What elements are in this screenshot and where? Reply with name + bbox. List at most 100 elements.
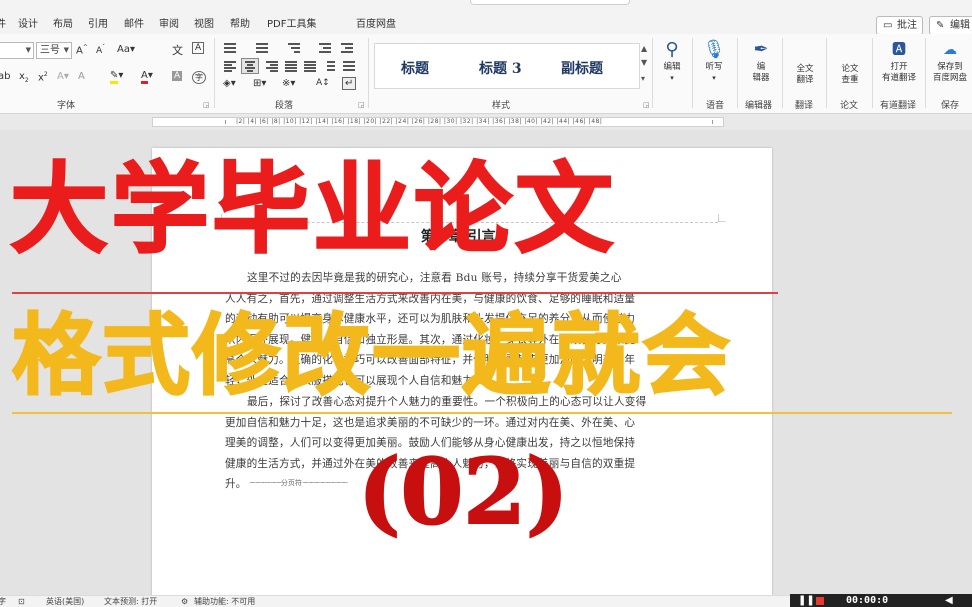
font-dialog-launcher-icon[interactable]: ◲ [203,101,210,109]
grow-font-icon[interactable]: A^ [76,44,88,56]
align-center-button[interactable] [241,58,259,74]
gallery-up-icon[interactable]: ▲ [641,44,647,53]
group-separator [782,38,783,108]
borders-icon[interactable]: ⊞▾ [253,78,266,89]
style-heading[interactable]: 标题 [401,58,429,78]
menu-review[interactable]: 审阅 [159,15,179,30]
font-name-dropdown[interactable]: ▼ [0,42,34,59]
paragraph-group-label: 段落 [275,101,294,111]
bullets-icon[interactable] [223,41,237,53]
shading-icon[interactable]: ◈▾ [223,78,236,89]
change-case-icon[interactable]: Aa▾ [117,44,135,55]
style-subtitle[interactable]: 副标题 [561,58,603,78]
comment-button[interactable]: ▭ 批注 [876,16,923,35]
plagiarism-check-label: 论文 查重 [841,64,859,85]
subscript-icon[interactable]: x2 [19,71,29,84]
ruler-indent-marker[interactable] [225,120,226,124]
proofing-icon[interactable]: ⊡ [18,596,25,607]
open-youdao-button[interactable]: 🅰 打开 有道翻译 [876,38,922,84]
styles-dialog-launcher-icon[interactable]: ◲ [643,101,650,109]
overlay-title-main: 大学毕业论文 [9,152,617,268]
group-separator [214,38,215,108]
asian-layout-icon[interactable]: A↕ [316,78,330,88]
multilevel-list-icon[interactable] [287,41,301,53]
highlight-icon[interactable]: ✎▾ [110,70,123,84]
chevron-down-icon: ▼ [63,46,69,54]
editor-label: 编 辑器 [752,62,770,83]
full-text-translate-label: 全文 翻译 [796,64,814,85]
align-left-icon[interactable] [223,60,237,72]
styles-gallery: 标题 标题 3 副标题 [374,43,640,89]
find-replace-button[interactable]: ⚲ 编辑 ▾ [656,38,688,84]
status-language[interactable]: 英语(美国) [46,596,84,607]
menu-file[interactable]: 件 [0,15,6,30]
ribbon: ▼ 三号 ▼ A^ Aˇ Aa▾ 文 A ab x2 x2 A▾ A ✎▾ A▾… [0,34,972,114]
youdao-group-label: 有道翻译 [880,101,917,111]
font-size-dropdown[interactable]: 三号 ▼ [36,42,72,59]
superscript-icon[interactable]: x2 [38,71,48,83]
gallery-down-icon[interactable]: ▼ [641,58,647,67]
menu-layout[interactable]: 布局 [53,15,73,30]
crop-mark-top-right [718,214,726,222]
cloud-icon: ☁ [943,42,957,58]
overlay-title-sub: 格式修改一遍就会 [11,303,733,408]
menu-view[interactable]: 视图 [194,15,214,30]
search-box[interactable] [470,0,630,5]
editor-group-label: 编辑器 [745,101,773,111]
justify-icon[interactable] [284,60,298,72]
menu-design[interactable]: 设计 [18,15,38,30]
menu-baidu-netdisk[interactable]: 百度网盘 [356,15,396,30]
text-effects-icon[interactable]: A▾ [57,71,69,82]
line-spacing-icon[interactable] [322,60,336,72]
stop-icon[interactable] [816,597,824,605]
group-separator [652,38,653,108]
status-word-count[interactable]: 字 [0,596,6,607]
dictate-button[interactable]: 🎙 听写 ▾ [698,38,730,84]
accessibility-icon[interactable]: ⚙ [181,596,188,607]
show-marks-button[interactable]: ↵ [342,77,357,90]
enclosed-char-icon[interactable]: 字 [192,71,206,84]
menu-mailings[interactable]: 邮件 [124,15,144,30]
menu-help[interactable]: 帮助 [230,15,250,30]
group-separator [692,38,693,108]
status-text-prediction[interactable]: 文本预测: 打开 [104,596,157,607]
editor-pen-icon: ✒ [753,39,769,60]
menu-references[interactable]: 引用 [88,15,108,30]
font-size-value: 三号 [40,45,60,56]
save-baidu-label: 保存到 百度网盘 [932,62,967,83]
horizontal-ruler[interactable]: |2| |4| |6| |8| |10| |12| |14| |16| |18|… [0,114,972,130]
font-color-icon[interactable]: A▾ [141,70,153,84]
character-shading-icon[interactable]: A [172,71,183,81]
shrink-font-icon[interactable]: Aˇ [96,44,105,56]
paragraph-dialog-launcher-icon[interactable]: ◲ [358,101,365,109]
menu-pdf-tools[interactable]: PDF工具集 [267,15,316,30]
ruler-right-indent-marker[interactable] [712,120,713,124]
phonetic-guide-icon[interactable]: 文 [172,42,183,58]
plagiarism-check-button[interactable]: 论文 查重 [832,64,868,86]
numbering-icon[interactable] [255,41,269,53]
pause-icon[interactable]: ❚❚ [798,595,815,606]
paragraph-line: 更加自信和魅力十足，这也是追求美丽的不可缺少的一环。通过对内在美、外在美、心 [225,416,636,429]
full-text-translate-button[interactable]: 全文 翻译 [788,64,822,86]
chinese-layout-icon[interactable]: ※▾ [282,78,295,89]
dictate-label: 听写 [705,62,723,72]
edit-mode-button[interactable]: ✎ 编辑 [929,16,972,35]
search-icon: ⚲ [665,39,679,60]
decrease-indent-icon[interactable] [318,41,332,53]
chevron-down-icon: ▼ [25,46,31,54]
save-baidu-button[interactable]: ☁ 保存到 百度网盘 [929,38,971,84]
text-effect-icon[interactable]: A [78,71,85,82]
sort-icon[interactable] [342,60,356,72]
style-heading-3[interactable]: 标题 3 [479,58,522,78]
gallery-more-icon[interactable]: ▾ [641,74,645,83]
align-right-icon[interactable] [265,60,279,72]
strikethrough-icon[interactable]: ab [0,71,10,82]
editor-button[interactable]: ✒ 编 辑器 [742,38,780,84]
recording-timer: 00:00:0 [846,595,889,606]
distributed-icon[interactable] [303,60,317,72]
status-accessibility[interactable]: 辅助功能: 不可用 [194,596,255,607]
increase-indent-icon[interactable] [340,41,354,53]
chevron-left-icon[interactable]: ◀ [945,594,953,607]
enclose-characters-icon[interactable]: A [192,42,205,54]
group-separator [872,38,873,108]
